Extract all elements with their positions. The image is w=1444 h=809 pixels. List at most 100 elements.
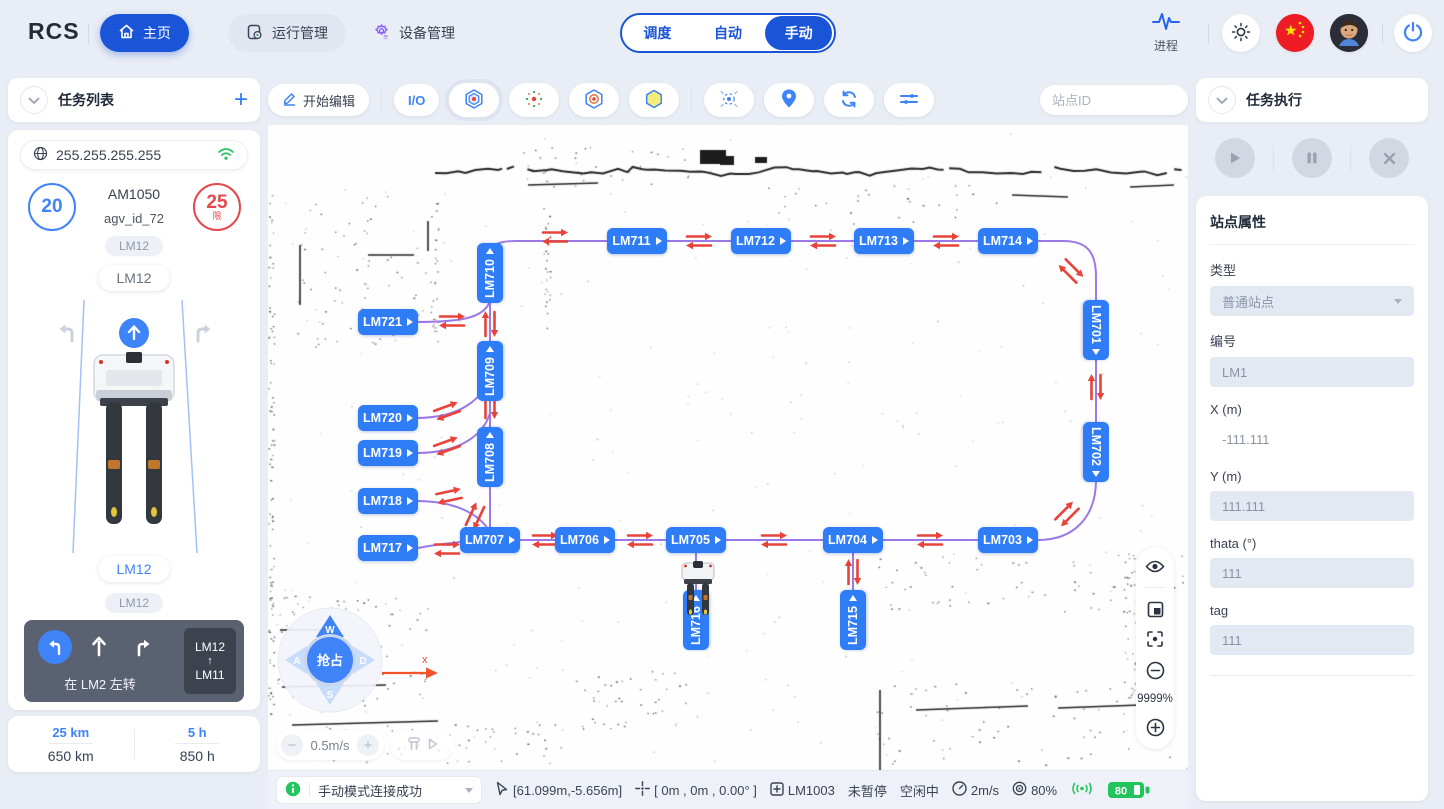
agv-ip-field[interactable]: 255.255.255.255 [20, 140, 248, 170]
power-button[interactable] [1394, 14, 1432, 52]
turn-right-arrow-icon [126, 630, 160, 664]
station-node-LM702[interactable]: LM702 [1083, 422, 1109, 482]
lidar-button[interactable] [704, 83, 754, 117]
load-percent-value: 80% [1031, 783, 1057, 798]
theme-toggle-button[interactable] [1222, 14, 1260, 52]
station-direction-icon [407, 414, 413, 422]
filter-settings-button[interactable] [884, 83, 934, 117]
io-button[interactable]: I/O [394, 84, 439, 116]
idle-state: 空闲中 [900, 781, 939, 800]
task-exec-controls [1196, 130, 1428, 186]
task-cancel-button[interactable] [1369, 138, 1409, 178]
station-node-LM721[interactable]: LM721 [358, 309, 418, 335]
field-input[interactable]: 111.111 [1210, 491, 1414, 521]
station-chip[interactable]: LM12 [98, 265, 169, 291]
straight-arrow-icon [82, 630, 116, 664]
tab-manual[interactable]: 手动 [765, 16, 832, 50]
cursor-icon [495, 781, 509, 799]
layer-robot-button[interactable] [449, 83, 499, 117]
map-canvas-area[interactable]: W A D S 抢占 x − 0.5m/s [268, 125, 1188, 770]
power-icon [1402, 21, 1424, 46]
path-direction-arrows [434, 541, 460, 557]
station-node-LM717[interactable]: LM717 [358, 535, 418, 561]
refresh-button[interactable] [824, 83, 874, 117]
hours-stat: 5 h 850 h [135, 724, 261, 764]
speed-increase-button[interactable]: + [357, 734, 379, 756]
route-to: LM11 [195, 668, 224, 682]
nav-run-mgmt-label: 运行管理 [272, 23, 328, 43]
speed-value: 2m/s [971, 783, 999, 798]
route-from: LM12 [195, 640, 225, 654]
nav-device-mgmt-button[interactable]: 设备管理 [354, 14, 473, 52]
user-avatar[interactable] [1330, 14, 1368, 52]
field-input[interactable]: 111 [1210, 625, 1414, 655]
map-pin-icon [780, 88, 798, 112]
field-select[interactable]: 普通站点 [1210, 286, 1414, 316]
start-edit-button[interactable]: 开始编辑 [268, 84, 369, 116]
zoom-in-button[interactable] [1146, 718, 1165, 737]
current-station-chip[interactable]: LM12 [98, 556, 169, 582]
manual-speed-control: − 0.5m/s + [276, 730, 384, 760]
tab-auto[interactable]: 自动 [695, 16, 762, 50]
field-value: 111 [1222, 566, 1242, 581]
center-focus-button[interactable] [1146, 630, 1164, 648]
hexagon-ring-icon [583, 88, 605, 113]
language-flag-button[interactable] [1276, 14, 1314, 52]
mode-tab-group: 调度 自动 手动 [620, 13, 836, 53]
monitor-gear-icon [246, 23, 264, 44]
battery-indicator: 80 [1107, 780, 1151, 800]
station-node-LM718[interactable]: LM718 [358, 488, 418, 514]
station-node-LM713[interactable]: LM713 [854, 228, 914, 254]
manual-joystick[interactable]: W A D S 抢占 [275, 605, 385, 718]
collapse-task-list-button[interactable] [20, 86, 48, 114]
station-node-LM707[interactable]: LM707 [460, 527, 520, 553]
process-button[interactable]: 进程 [1146, 10, 1186, 54]
nav-home-button[interactable]: 主页 [100, 14, 189, 52]
station-node-LM701[interactable]: LM701 [1083, 300, 1109, 360]
field-input[interactable]: LM1 [1210, 357, 1414, 387]
station-node-LM714[interactable]: LM714 [978, 228, 1038, 254]
hexagon-target-icon [463, 88, 485, 113]
station-direction-icon [780, 237, 786, 245]
station-node-LM705[interactable]: LM705 [666, 527, 726, 553]
field-input[interactable]: 111 [1210, 558, 1414, 588]
layer-area-button[interactable] [629, 83, 679, 117]
station-node-LM720[interactable]: LM720 [358, 405, 418, 431]
speed-decrease-button[interactable]: − [281, 734, 303, 756]
zoom-out-button[interactable] [1146, 661, 1165, 680]
station-node-LM712[interactable]: LM712 [731, 228, 791, 254]
turn-left-indicator [38, 630, 72, 664]
station-node-LM704[interactable]: LM704 [823, 527, 883, 553]
collapse-task-exec-button[interactable] [1208, 86, 1236, 114]
task-pause-button[interactable] [1292, 138, 1332, 178]
divider [88, 24, 89, 44]
station-node-LM706[interactable]: LM706 [555, 527, 615, 553]
path-direction-arrows [1052, 499, 1082, 529]
station-node-LM715[interactable]: LM715 [840, 590, 866, 650]
route-indicator: LM12 ↑ LM11 [184, 628, 236, 694]
station-node-LM709[interactable]: LM709 [477, 341, 503, 401]
station-node-LM719[interactable]: LM719 [358, 440, 418, 466]
add-task-button[interactable]: + [234, 90, 248, 110]
map-origin-axis: x [380, 653, 444, 686]
field-input[interactable]: -111.111 [1210, 424, 1414, 454]
task-play-button[interactable] [1215, 138, 1255, 178]
station-node-LM703[interactable]: LM703 [978, 527, 1038, 553]
tab-dispatch[interactable]: 调度 [624, 16, 691, 50]
field-label: tag [1210, 603, 1414, 618]
nav-run-mgmt-button[interactable]: 运行管理 [228, 14, 346, 52]
layer-hex-target-button[interactable] [569, 83, 619, 117]
minimap-button[interactable] [1147, 601, 1164, 618]
station-node-LM708[interactable]: LM708 [477, 427, 503, 487]
current-station-value: LM1003 [788, 783, 835, 798]
station-node-LM710[interactable]: LM710 [477, 243, 503, 303]
mode-message-dropdown[interactable]: 手动模式连接成功 [276, 776, 482, 804]
locate-button[interactable] [764, 83, 814, 117]
station-direction-icon [486, 248, 494, 254]
map-robot-marker[interactable] [668, 557, 728, 622]
fork-control-button[interactable] [390, 730, 454, 760]
station-node-LM711[interactable]: LM711 [607, 228, 667, 254]
task-list-header: 任务列表 + [8, 78, 260, 122]
layer-points-button[interactable] [509, 83, 559, 117]
visibility-eye-button[interactable] [1145, 559, 1165, 574]
